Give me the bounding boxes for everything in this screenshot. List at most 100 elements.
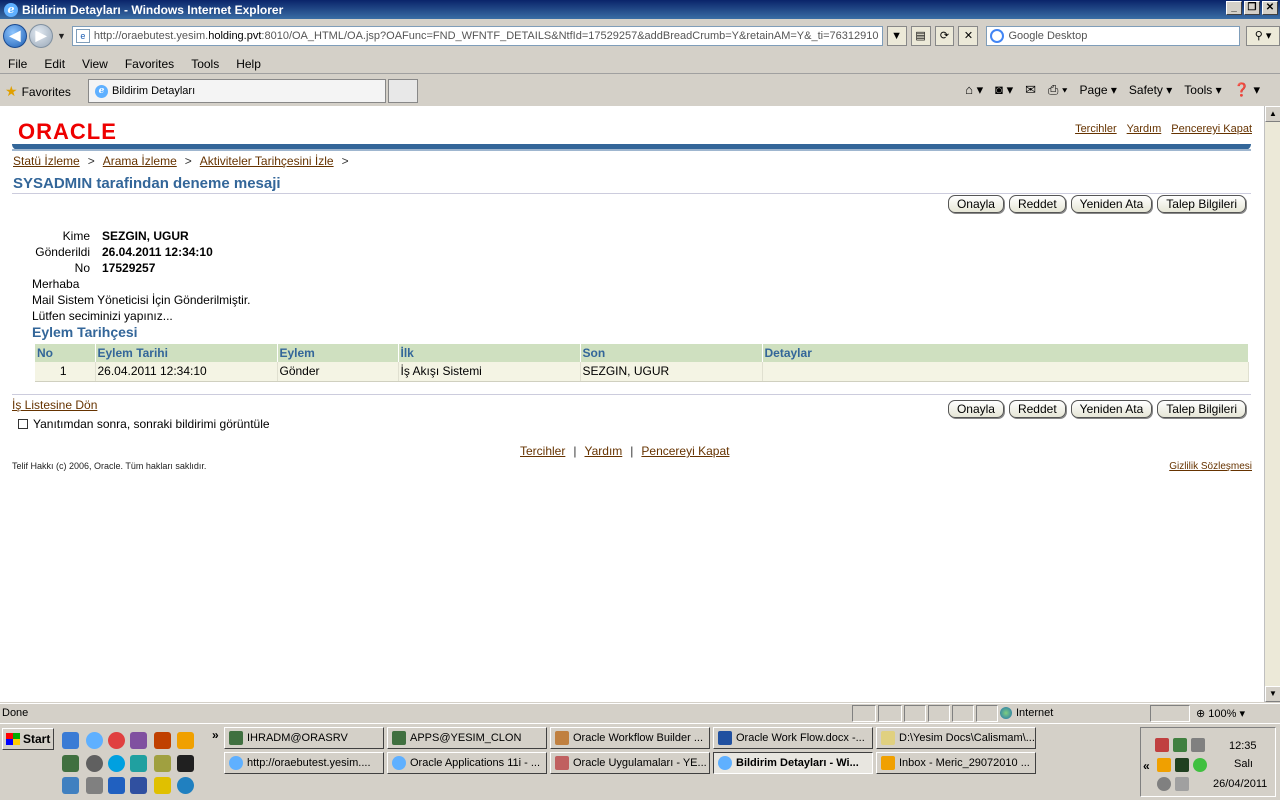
compat-view-icon[interactable]: ▤ <box>910 25 931 46</box>
minimize-button[interactable]: _ <box>1226 1 1242 15</box>
forward-button[interactable]: ▶ <box>28 23 53 48</box>
reject-button[interactable]: Reddet <box>1008 195 1066 213</box>
taskbar-button[interactable]: Oracle Uygulamaları - YE... <box>550 752 710 774</box>
new-tab-button[interactable] <box>388 79 418 103</box>
privacy-link[interactable]: Gizlilik Sözleşmesi <box>1169 461 1252 472</box>
return-to-worklist-link[interactable]: İş Listesine Dön <box>12 398 97 412</box>
preferences-link[interactable]: Tercihler <box>1075 123 1117 135</box>
quicklaunch-icon[interactable] <box>62 755 79 772</box>
address-bar[interactable]: e http://oraebutest.yesim. holding.pvt:80… <box>71 25 883 46</box>
footer-close-window-link[interactable]: Pencereyi Kapat <box>641 444 729 458</box>
menu-view[interactable]: View <box>82 57 108 71</box>
close-window-link[interactable]: Pencereyi Kapat <box>1171 123 1252 135</box>
tray-icon[interactable] <box>1157 777 1171 791</box>
taskbar-button-active[interactable]: Bildirim Detayları - Wi... <box>713 752 873 774</box>
taskbar-button[interactable]: Inbox - Meric_29072010 ... <box>876 752 1036 774</box>
menu-edit[interactable]: Edit <box>44 57 65 71</box>
quicklaunch-icon[interactable] <box>108 777 125 794</box>
search-button[interactable]: ⚲ ▾ <box>1246 25 1280 46</box>
request-info-button[interactable]: Talep Bilgileri <box>1157 195 1246 213</box>
quicklaunch-icon[interactable] <box>130 732 147 749</box>
taskbar-button[interactable]: IHRADM@ORASRV <box>224 727 384 749</box>
status-segment <box>928 705 950 722</box>
menu-tools[interactable]: Tools <box>191 57 219 71</box>
help-icon[interactable]: ❓ ▾ <box>1234 82 1260 98</box>
tray-icon[interactable] <box>1193 758 1207 772</box>
favorites-button[interactable]: ★ Favorites <box>5 83 71 100</box>
quicklaunch-icon[interactable] <box>154 755 171 772</box>
quicklaunch-overflow-icon[interactable]: » <box>212 728 219 742</box>
print-icon[interactable]: ⎙ ▾ <box>1048 82 1067 98</box>
back-button[interactable]: ◀ <box>3 23 27 48</box>
ie-quicklaunch-icon[interactable] <box>86 732 103 749</box>
quicklaunch-icon[interactable] <box>154 732 171 749</box>
menu-help[interactable]: Help <box>236 57 261 71</box>
tray-icon[interactable] <box>1155 738 1169 752</box>
search-input[interactable]: Google Desktop <box>986 25 1241 46</box>
maximize-button[interactable]: ❐ <box>1244 1 1260 15</box>
breadcrumb-activity-history[interactable]: Aktiviteler Tarihçesini İzle <box>200 154 334 168</box>
skype-icon[interactable] <box>108 755 125 772</box>
outlook-icon <box>881 756 895 770</box>
safety-menu[interactable]: Safety ▾ <box>1129 83 1172 97</box>
scroll-down-icon[interactable]: ▼ <box>1265 686 1280 702</box>
volume-icon[interactable] <box>1191 738 1205 752</box>
quicklaunch-icon[interactable] <box>62 732 79 749</box>
approve-button[interactable]: Onayla <box>947 195 1004 213</box>
footer-preferences-link[interactable]: Tercihler <box>520 444 565 458</box>
breadcrumb-status-monitor[interactable]: Statü İzleme <box>13 154 80 168</box>
start-button[interactable]: Start <box>2 728 54 750</box>
home-icon[interactable]: ⌂ ▾ <box>965 82 983 98</box>
footer-help-link[interactable]: Yardım <box>584 444 622 458</box>
page-menu[interactable]: Page ▾ <box>1080 83 1117 97</box>
quicklaunch-icon[interactable] <box>86 777 103 794</box>
quicklaunch-icon[interactable] <box>177 755 194 772</box>
close-button[interactable]: ✕ <box>1262 1 1278 15</box>
taskbar-button[interactable]: D:\Yesim Docs\Calismam\... <box>876 727 1036 749</box>
scroll-up-icon[interactable]: ▲ <box>1265 106 1280 122</box>
mail-icon[interactable]: ✉ <box>1025 82 1036 98</box>
refresh-icon[interactable]: ⟳ <box>934 25 955 46</box>
vertical-scrollbar[interactable]: ▲ ▼ <box>1264 106 1280 702</box>
breadcrumb-search-monitor[interactable]: Arama İzleme <box>103 154 177 168</box>
quicklaunch-icon[interactable] <box>154 777 171 794</box>
reject-button[interactable]: Reddet <box>1008 400 1066 418</box>
outlook-icon[interactable] <box>177 732 194 749</box>
menu-favorites[interactable]: Favorites <box>125 57 174 71</box>
reassign-button[interactable]: Yeniden Ata <box>1070 400 1153 418</box>
address-dropdown-icon[interactable]: ▼ <box>886 25 907 46</box>
feeds-icon[interactable]: ◙ ▾ <box>995 82 1013 98</box>
reassign-button[interactable]: Yeniden Ata <box>1070 195 1153 213</box>
quicklaunch-icon[interactable] <box>62 777 79 794</box>
request-info-button[interactable]: Talep Bilgileri <box>1157 400 1246 418</box>
quicklaunch-icon[interactable] <box>130 755 147 772</box>
taskbar-button[interactable]: http://oraebutest.yesim.... <box>224 752 384 774</box>
tray-icon[interactable] <box>1157 758 1171 772</box>
clock-time[interactable]: 12:35 <box>1229 740 1257 752</box>
tray-expand-icon[interactable]: « <box>1143 759 1150 773</box>
history-dropdown-icon[interactable]: ▼ <box>57 31 66 41</box>
protected-mode-segment[interactable] <box>1150 705 1190 722</box>
taskbar-button[interactable]: Oracle Applications 11i - ... <box>387 752 547 774</box>
favorites-bar: ★ Favorites e Bildirim Detayları ⌂ ▾ ◙ ▾… <box>0 76 1280 105</box>
next-notification-checkbox[interactable] <box>18 419 28 429</box>
ie-icon: e <box>95 84 108 98</box>
taskbar-button[interactable]: APPS@YESIM_CLON <box>387 727 547 749</box>
col-details: Detaylar <box>762 344 1249 362</box>
quicklaunch-icon[interactable] <box>86 755 103 772</box>
quicklaunch-icon[interactable] <box>177 777 194 794</box>
zoom-level[interactable]: ⊕ 100% ▾ <box>1196 707 1245 720</box>
taskbar-button[interactable]: Oracle Workflow Builder ... <box>550 727 710 749</box>
tray-icon[interactable] <box>1175 758 1189 772</box>
help-link[interactable]: Yardım <box>1127 123 1162 135</box>
tray-icon[interactable] <box>1173 738 1187 752</box>
quicklaunch-icon[interactable] <box>130 777 147 794</box>
browser-tab[interactable]: e Bildirim Detayları <box>88 79 386 103</box>
tools-menu[interactable]: Tools ▾ <box>1184 83 1221 97</box>
taskbar-button[interactable]: Oracle Work Flow.docx -... <box>713 727 873 749</box>
tray-icon[interactable] <box>1175 777 1189 791</box>
menu-file[interactable]: File <box>8 57 27 71</box>
chrome-icon[interactable] <box>108 732 125 749</box>
approve-button[interactable]: Onayla <box>947 400 1004 418</box>
stop-icon[interactable]: ✕ <box>958 25 979 46</box>
